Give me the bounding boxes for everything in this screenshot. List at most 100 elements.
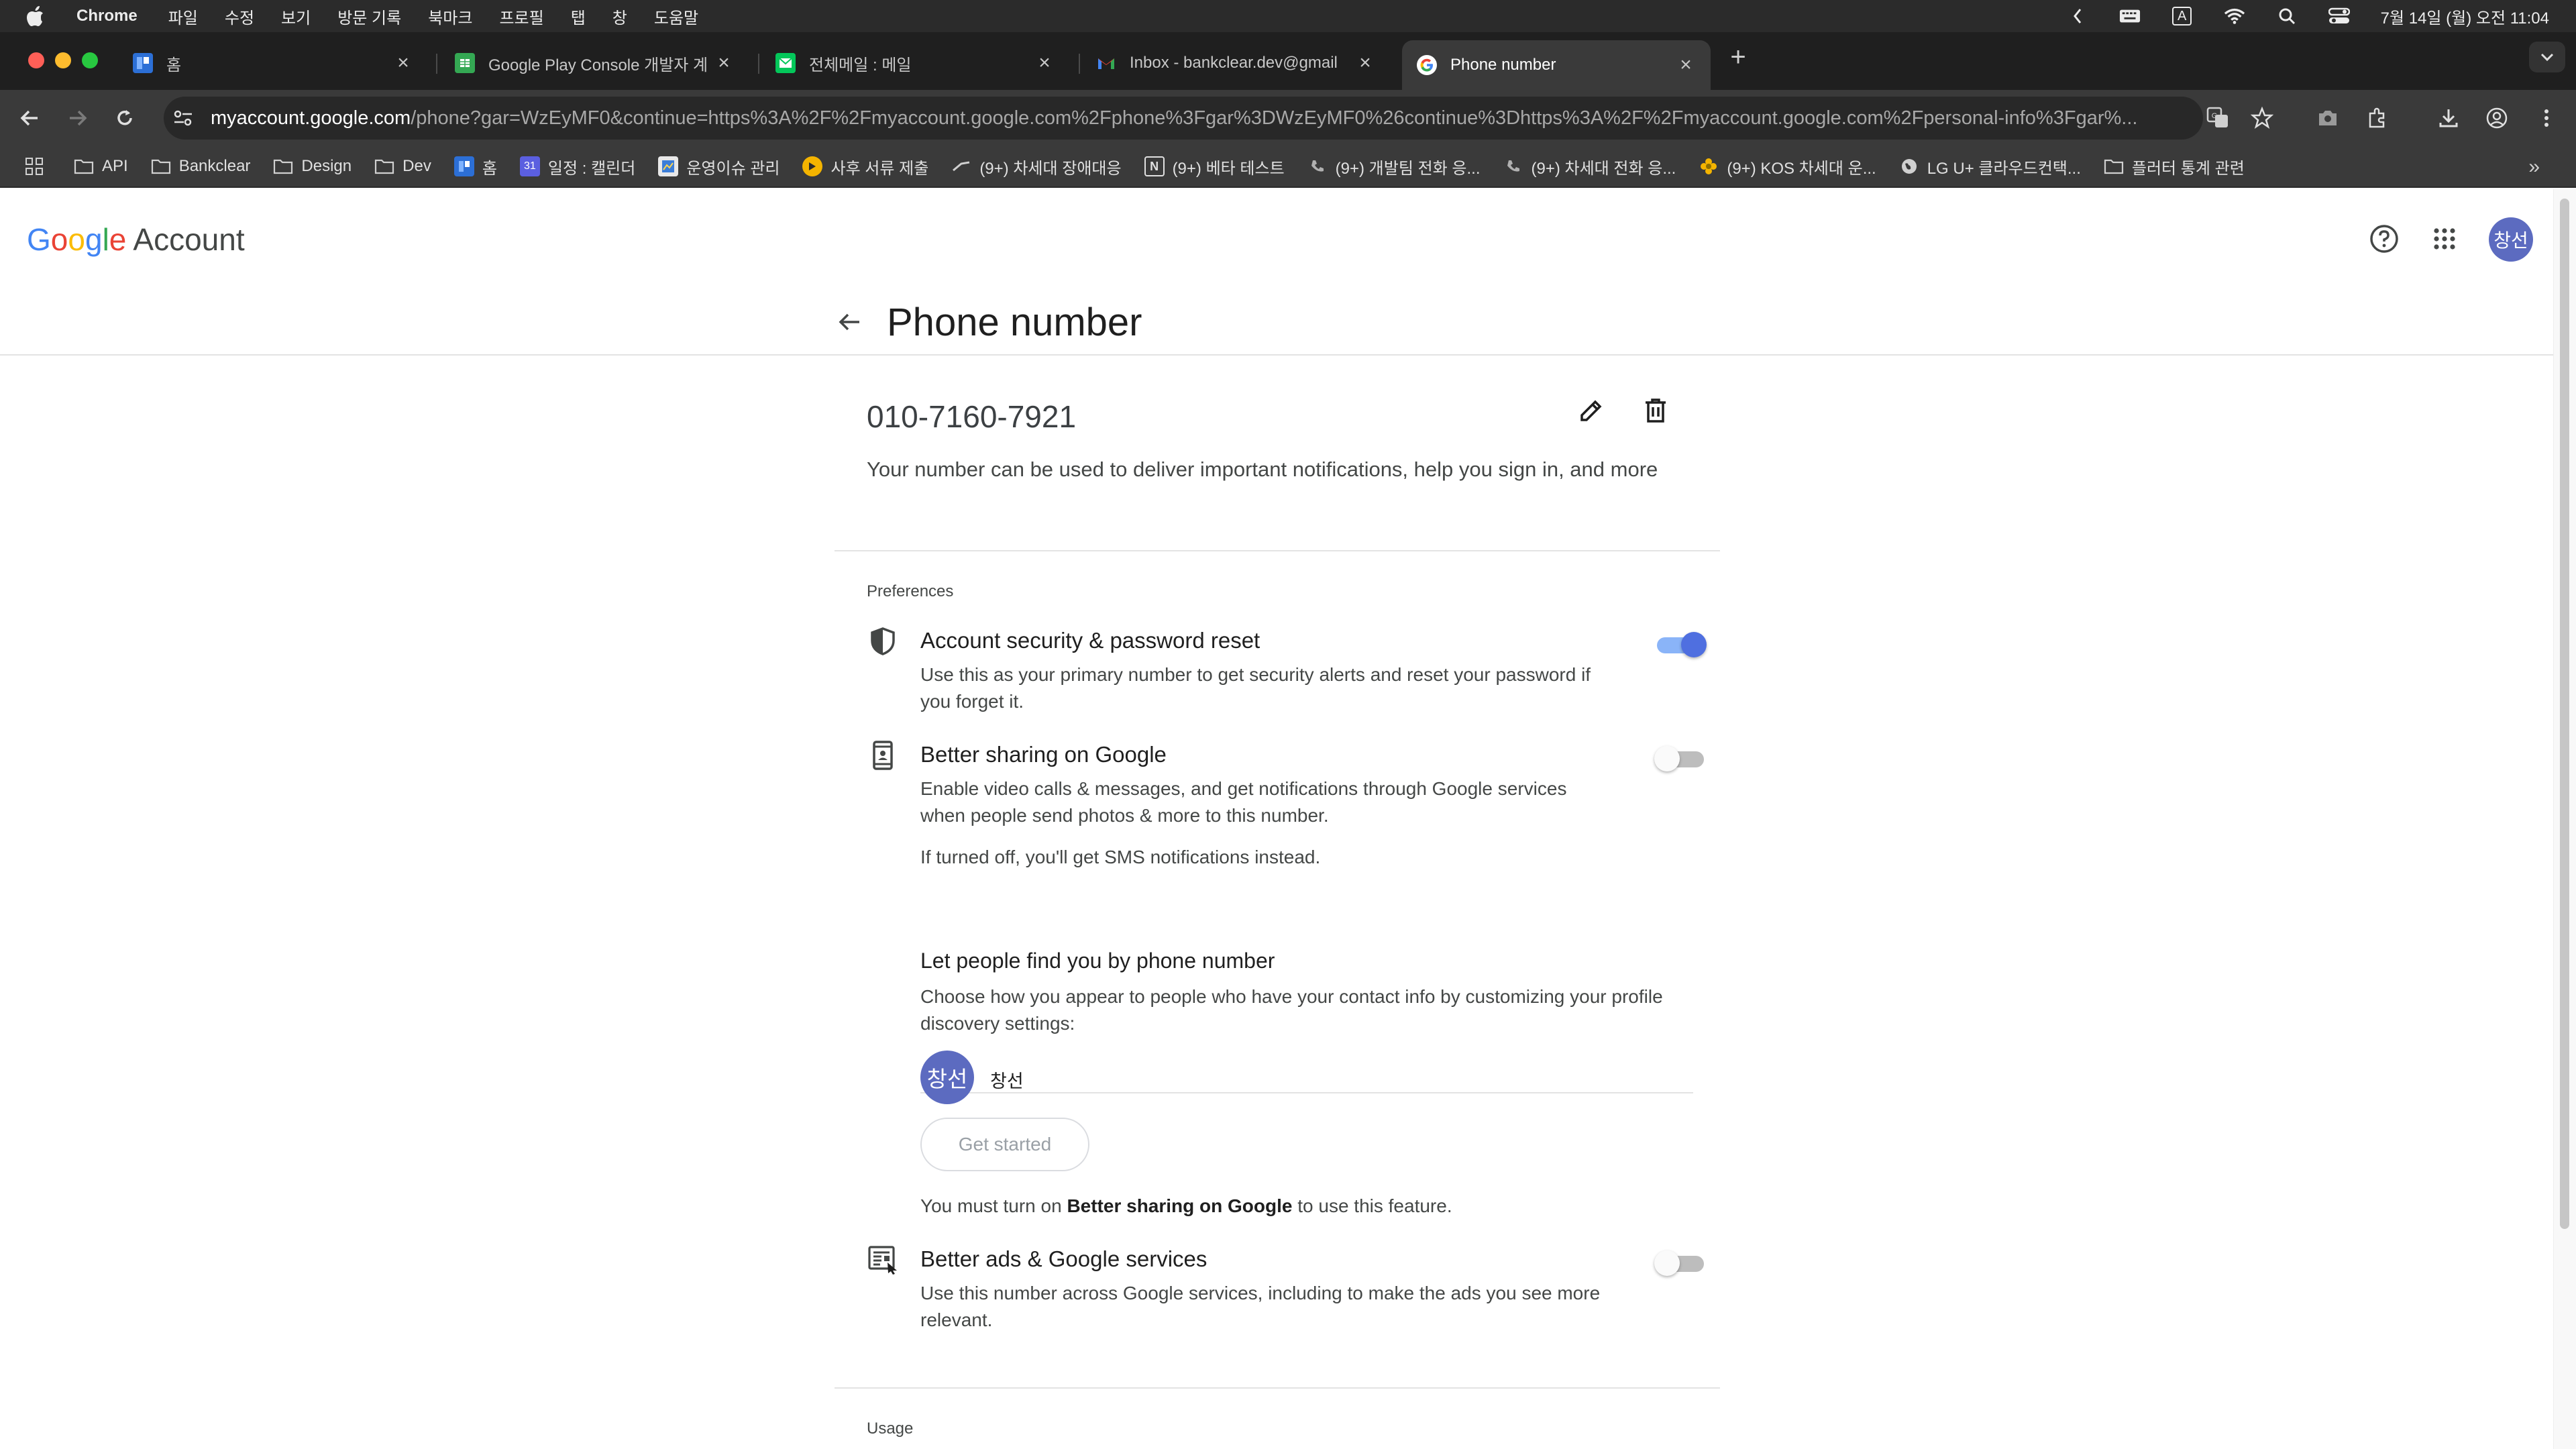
menu-file[interactable]: 파일 [168, 5, 198, 28]
bookmark-calendar[interactable]: 31 일정 : 캘린더 [519, 155, 635, 178]
bookmark-dev[interactable]: Dev [374, 156, 431, 176]
sub-section-divider [920, 1092, 1693, 1093]
bookmark-kos[interactable]: (9+) KOS 차세대 운... [1699, 155, 1876, 178]
find-by-phone-description: Choose how you appear to people who have… [920, 986, 1663, 1034]
menu-bookmarks[interactable]: 북마크 [428, 5, 472, 28]
apps-grid-icon[interactable] [24, 156, 44, 176]
bookmark-beta-test[interactable]: N (9+) 베타 테스트 [1144, 155, 1285, 178]
apple-icon[interactable] [27, 6, 47, 26]
bookmark-label: LG U+ 클라우드컨택... [1927, 159, 2081, 178]
folder-icon [151, 156, 171, 176]
bookmark-issue-management[interactable]: 운영이슈 관리 [658, 155, 780, 178]
help-icon[interactable] [2365, 220, 2403, 258]
bookmark-next-gen-phone[interactable]: (9+) 차세대 전화 응... [1503, 155, 1676, 178]
close-tab-icon[interactable]: × [714, 52, 734, 74]
pref-title: Account security & password reset [920, 628, 1260, 653]
toggle-knob [1681, 632, 1707, 657]
bookmark-label: (9+) 베타 테스트 [1172, 159, 1285, 178]
wifi-icon[interactable] [2224, 5, 2245, 27]
tab-phone-number[interactable]: Phone number × [1402, 40, 1711, 90]
menu-help[interactable]: 도움말 [654, 5, 698, 28]
delete-trash-icon[interactable] [1634, 389, 1677, 432]
keyboard-icon[interactable] [2119, 5, 2141, 27]
menu-app-chrome[interactable]: Chrome [76, 7, 138, 25]
tab-search-button[interactable] [2529, 42, 2565, 72]
translate-icon[interactable]: G [2204, 105, 2231, 131]
account-avatar[interactable]: 창선 [2489, 217, 2533, 262]
spotlight-search-icon[interactable] [2276, 5, 2298, 27]
page-scrollbar[interactable] [2553, 189, 2576, 1449]
new-tab-button[interactable]: + [1725, 42, 1751, 72]
menubar-datetime[interactable]: 7월 14일 (월) 오전 11:04 [2381, 5, 2549, 28]
close-tab-icon[interactable]: × [393, 52, 413, 74]
apps-grid-icon[interactable] [2426, 220, 2463, 258]
slack-icon [951, 156, 971, 176]
close-window-button[interactable] [28, 52, 44, 68]
back-button[interactable] [15, 103, 44, 133]
back-arrow-icon[interactable] [832, 305, 867, 339]
tab-separator [1079, 54, 1080, 74]
bookmarks-overflow-icon[interactable]: » [2528, 156, 2540, 178]
pref-better-ads: Better ads & Google services Use this nu… [867, 1244, 1704, 1338]
phone-description: Your number can be used to deliver impor… [867, 458, 1658, 481]
google-account-logo[interactable]: Google Account [27, 221, 245, 258]
profile-icon[interactable] [2483, 105, 2510, 131]
usage-label: Usage [867, 1419, 914, 1438]
better-sharing-toggle[interactable] [1654, 745, 1708, 771]
bookmark-design[interactable]: Design [273, 156, 352, 176]
note-bold: Better sharing on Google [1067, 1195, 1293, 1216]
tab-gmail-inbox[interactable]: Inbox - bankclear.dev@gmail × [1081, 42, 1390, 85]
security-toggle[interactable] [1654, 631, 1708, 657]
google-account-header: Google Account 창선 [0, 189, 2553, 290]
menu-edit[interactable]: 수정 [225, 5, 254, 28]
tab-play-console[interactable]: Google Play Console 개발자 계 × [440, 42, 749, 85]
scrollbar-thumb[interactable] [2560, 199, 2569, 1229]
page-title-row: Phone number [832, 295, 1142, 349]
input-source-icon[interactable]: A [2171, 5, 2193, 27]
note-suffix: to use this feature. [1292, 1195, 1452, 1216]
menu-profiles[interactable]: 프로필 [499, 5, 543, 28]
tab-home[interactable]: 홈 × [118, 42, 428, 85]
get-started-button[interactable]: Get started [920, 1118, 1089, 1171]
bookmark-flutter-stats[interactable]: 플러터 통계 관련 [2104, 155, 2245, 178]
control-center-icon[interactable] [2328, 5, 2350, 27]
bookmark-dev-phone[interactable]: (9+) 개발팀 전화 응... [1307, 155, 1481, 178]
minimize-window-button[interactable] [55, 52, 71, 68]
logo-letter: l [102, 222, 109, 257]
maximize-window-button[interactable] [82, 52, 98, 68]
pref-title: Better sharing on Google [920, 742, 1167, 767]
forward-button[interactable] [63, 103, 93, 133]
logo-letter: o [50, 222, 68, 257]
mail-icon [775, 53, 796, 73]
tab-naver-mail[interactable]: 전체메일 : 메일 × [761, 42, 1069, 85]
edit-pencil-icon[interactable] [1570, 389, 1613, 432]
bookmark-lg-cloud[interactable]: LG U+ 클라우드컨택... [1899, 155, 2081, 178]
url-path: /phone?gar=WzEyMF0&continue=https%3A%2F%… [411, 107, 2138, 129]
bookmark-bankclear[interactable]: Bankclear [151, 156, 251, 176]
bookmark-star-icon[interactable] [2249, 105, 2275, 131]
page-title: Phone number [887, 300, 1142, 344]
site-info-icon[interactable] [173, 109, 193, 131]
page-content: Google Account 창선 Phone number 010-7160-… [0, 189, 2576, 1449]
reload-button[interactable] [110, 103, 140, 133]
menu-kebab-icon[interactable] [2533, 105, 2560, 131]
bookmark-api[interactable]: API [74, 156, 128, 176]
bookmark-documents[interactable]: 사후 서류 제출 [802, 155, 928, 178]
chevron-left-icon[interactable] [2067, 5, 2088, 27]
address-bar[interactable]: myaccount.google.com/phone?gar=WzEyMF0&c… [164, 97, 2203, 140]
tab-title: 전체메일 : 메일 [809, 56, 912, 74]
bookmark-home[interactable]: 홈 [453, 155, 497, 178]
bookmark-next-gen-incident[interactable]: (9+) 차세대 장애대응 [951, 155, 1122, 178]
close-tab-icon[interactable]: × [1034, 52, 1055, 74]
menu-view[interactable]: 보기 [281, 5, 311, 28]
close-tab-icon[interactable]: × [1676, 54, 1696, 76]
menu-tab[interactable]: 탭 [571, 5, 586, 28]
camera-icon[interactable] [2314, 105, 2341, 131]
download-icon[interactable] [2435, 105, 2462, 131]
better-ads-toggle[interactable] [1654, 1249, 1708, 1276]
menu-window[interactable]: 창 [612, 5, 627, 28]
bookmark-label: Bankclear [178, 157, 251, 175]
menu-history[interactable]: 방문 기록 [337, 5, 401, 28]
close-tab-icon[interactable]: × [1355, 52, 1375, 74]
extensions-icon[interactable] [2364, 105, 2391, 131]
